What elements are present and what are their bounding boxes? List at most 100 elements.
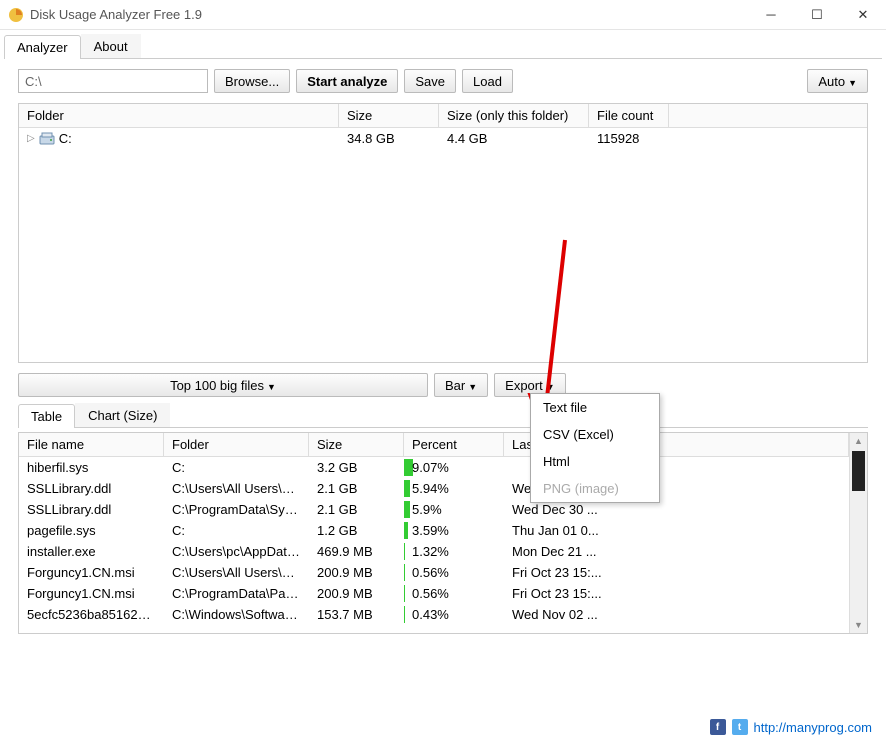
- expand-icon[interactable]: ▷: [27, 133, 35, 144]
- tree-header-folder[interactable]: Folder: [19, 104, 339, 127]
- scroll-down-icon[interactable]: ▼: [850, 617, 867, 633]
- grid-header-percent[interactable]: Percent: [404, 433, 504, 456]
- tab-about[interactable]: About: [81, 34, 141, 58]
- footer-link[interactable]: http://manyprog.com: [754, 720, 873, 735]
- sub-tabs: Table Chart (Size): [18, 403, 868, 428]
- cell-size: 2.1 GB: [309, 480, 404, 497]
- subtab-table[interactable]: Table: [18, 404, 75, 428]
- export-html[interactable]: Html: [531, 448, 659, 475]
- cell-size: 153.7 MB: [309, 606, 404, 623]
- start-analyze-button[interactable]: Start analyze: [296, 69, 398, 93]
- cell-folder: C:\Users\All Users\Sy...: [164, 480, 309, 497]
- cell-percent: 5.94%: [404, 480, 504, 497]
- tree-size: 34.8 GB: [347, 131, 447, 146]
- tab-analyzer[interactable]: Analyzer: [4, 35, 81, 59]
- chevron-down-icon: ▼: [468, 382, 477, 392]
- cell-folder: C:\Windows\Software...: [164, 606, 309, 623]
- cell-filename: Forguncy1.CN.msi: [19, 564, 164, 581]
- table-row[interactable]: SSLLibrary.ddlC:\ProgramData\Syna...2.1 …: [19, 499, 849, 520]
- titlebar: Disk Usage Analyzer Free 1.9 ─ ☐ ✕: [0, 0, 886, 30]
- tree-header-sizeonly[interactable]: Size (only this folder): [439, 104, 589, 127]
- facebook-icon[interactable]: f: [710, 719, 726, 735]
- browse-button[interactable]: Browse...: [214, 69, 290, 93]
- cell-filename: SSLLibrary.ddl: [19, 480, 164, 497]
- cell-date: Wed Nov 02 ...: [504, 606, 849, 623]
- close-button[interactable]: ✕: [840, 0, 886, 30]
- cell-date: Fri Oct 23 15:...: [504, 564, 849, 581]
- cell-percent: 3.59%: [404, 522, 504, 539]
- cell-size: 2.1 GB: [309, 501, 404, 518]
- cell-folder: C:\Users\All Users\Pa...: [164, 564, 309, 581]
- tree-row[interactable]: ▷ C: 34.8 GB 4.4 GB 115928: [19, 128, 867, 149]
- tree-header-count[interactable]: File count: [589, 104, 669, 127]
- file-grid: File name Folder Size Percent Last time …: [18, 432, 868, 634]
- footer: f t http://manyprog.com: [710, 719, 873, 735]
- cell-filename: Forguncy1.CN.msi: [19, 585, 164, 602]
- toolbar: Browse... Start analyze Save Load Auto▼: [0, 59, 886, 103]
- export-menu: Text file CSV (Excel) Html PNG (image): [530, 393, 660, 503]
- path-input[interactable]: [18, 69, 208, 93]
- cell-size: 1.2 GB: [309, 522, 404, 539]
- bar-button[interactable]: Bar▼: [434, 373, 488, 397]
- table-row[interactable]: Forguncy1.CN.msiC:\Users\All Users\Pa...…: [19, 562, 849, 583]
- cell-filename: SSLLibrary.ddl: [19, 501, 164, 518]
- window-title: Disk Usage Analyzer Free 1.9: [30, 7, 748, 22]
- minimize-button[interactable]: ─: [748, 0, 794, 30]
- cell-folder: C:\ProgramData\Pack...: [164, 585, 309, 602]
- table-row[interactable]: SSLLibrary.ddlC:\Users\All Users\Sy...2.…: [19, 478, 849, 499]
- cell-percent: 0.56%: [404, 585, 504, 602]
- grid-header-filename[interactable]: File name: [19, 433, 164, 456]
- subtab-chart[interactable]: Chart (Size): [75, 403, 170, 427]
- tree-header-size[interactable]: Size: [339, 104, 439, 127]
- grid-header-folder[interactable]: Folder: [164, 433, 309, 456]
- table-row[interactable]: Forguncy1.CN.msiC:\ProgramData\Pack...20…: [19, 583, 849, 604]
- cell-date: Wed Dec 30 ...: [504, 501, 849, 518]
- cell-folder: C:: [164, 522, 309, 539]
- folder-tree: Folder Size Size (only this folder) File…: [18, 103, 868, 363]
- cell-percent: 0.56%: [404, 564, 504, 581]
- export-text[interactable]: Text file: [531, 394, 659, 421]
- grid-header-size[interactable]: Size: [309, 433, 404, 456]
- cell-filename: pagefile.sys: [19, 522, 164, 539]
- tree-count: 115928: [597, 131, 677, 146]
- cell-folder: C:: [164, 459, 309, 476]
- main-tabs: Analyzer About: [4, 34, 882, 59]
- table-row[interactable]: installer.exeC:\Users\pc\AppData...469.9…: [19, 541, 849, 562]
- export-csv[interactable]: CSV (Excel): [531, 421, 659, 448]
- table-row[interactable]: 5ecfc5236ba8516238c...C:\Windows\Softwar…: [19, 604, 849, 625]
- export-png: PNG (image): [531, 475, 659, 502]
- cell-date: Thu Jan 01 0...: [504, 522, 849, 539]
- tree-header: Folder Size Size (only this folder) File…: [19, 104, 867, 128]
- twitter-icon[interactable]: t: [732, 719, 748, 735]
- app-icon: [8, 7, 24, 23]
- cell-percent: 5.9%: [404, 501, 504, 518]
- cell-size: 200.9 MB: [309, 564, 404, 581]
- cell-percent: 0.43%: [404, 606, 504, 623]
- scrollbar[interactable]: ▲ ▼: [849, 433, 867, 633]
- tree-sizeonly: 4.4 GB: [447, 131, 597, 146]
- cell-filename: installer.exe: [19, 543, 164, 560]
- tree-folder-name: C:: [59, 131, 72, 146]
- top100-button[interactable]: Top 100 big files▼: [18, 373, 428, 397]
- cell-size: 469.9 MB: [309, 543, 404, 560]
- cell-filename: 5ecfc5236ba8516238c...: [19, 606, 164, 623]
- table-row[interactable]: pagefile.sysC:1.2 GB3.59%Thu Jan 01 0...: [19, 520, 849, 541]
- cell-date: Fri Oct 23 15:...: [504, 585, 849, 602]
- cell-percent: 1.32%: [404, 543, 504, 560]
- scroll-thumb[interactable]: [852, 451, 865, 491]
- cell-size: 200.9 MB: [309, 585, 404, 602]
- cell-size: 3.2 GB: [309, 459, 404, 476]
- scroll-up-icon[interactable]: ▲: [850, 433, 867, 449]
- cell-folder: C:\ProgramData\Syna...: [164, 501, 309, 518]
- chevron-down-icon: ▼: [848, 78, 857, 88]
- drive-icon: [39, 132, 55, 146]
- auto-button[interactable]: Auto▼: [807, 69, 868, 93]
- midbar: Top 100 big files▼ Bar▼ Export▼ Text fil…: [0, 363, 886, 403]
- cell-percent: 9.07%: [404, 459, 504, 476]
- chevron-down-icon: ▼: [546, 382, 555, 392]
- table-row[interactable]: hiberfil.sysC:3.2 GB9.07%: [19, 457, 849, 478]
- maximize-button[interactable]: ☐: [794, 0, 840, 30]
- save-button[interactable]: Save: [404, 69, 456, 93]
- load-button[interactable]: Load: [462, 69, 513, 93]
- cell-folder: C:\Users\pc\AppData...: [164, 543, 309, 560]
